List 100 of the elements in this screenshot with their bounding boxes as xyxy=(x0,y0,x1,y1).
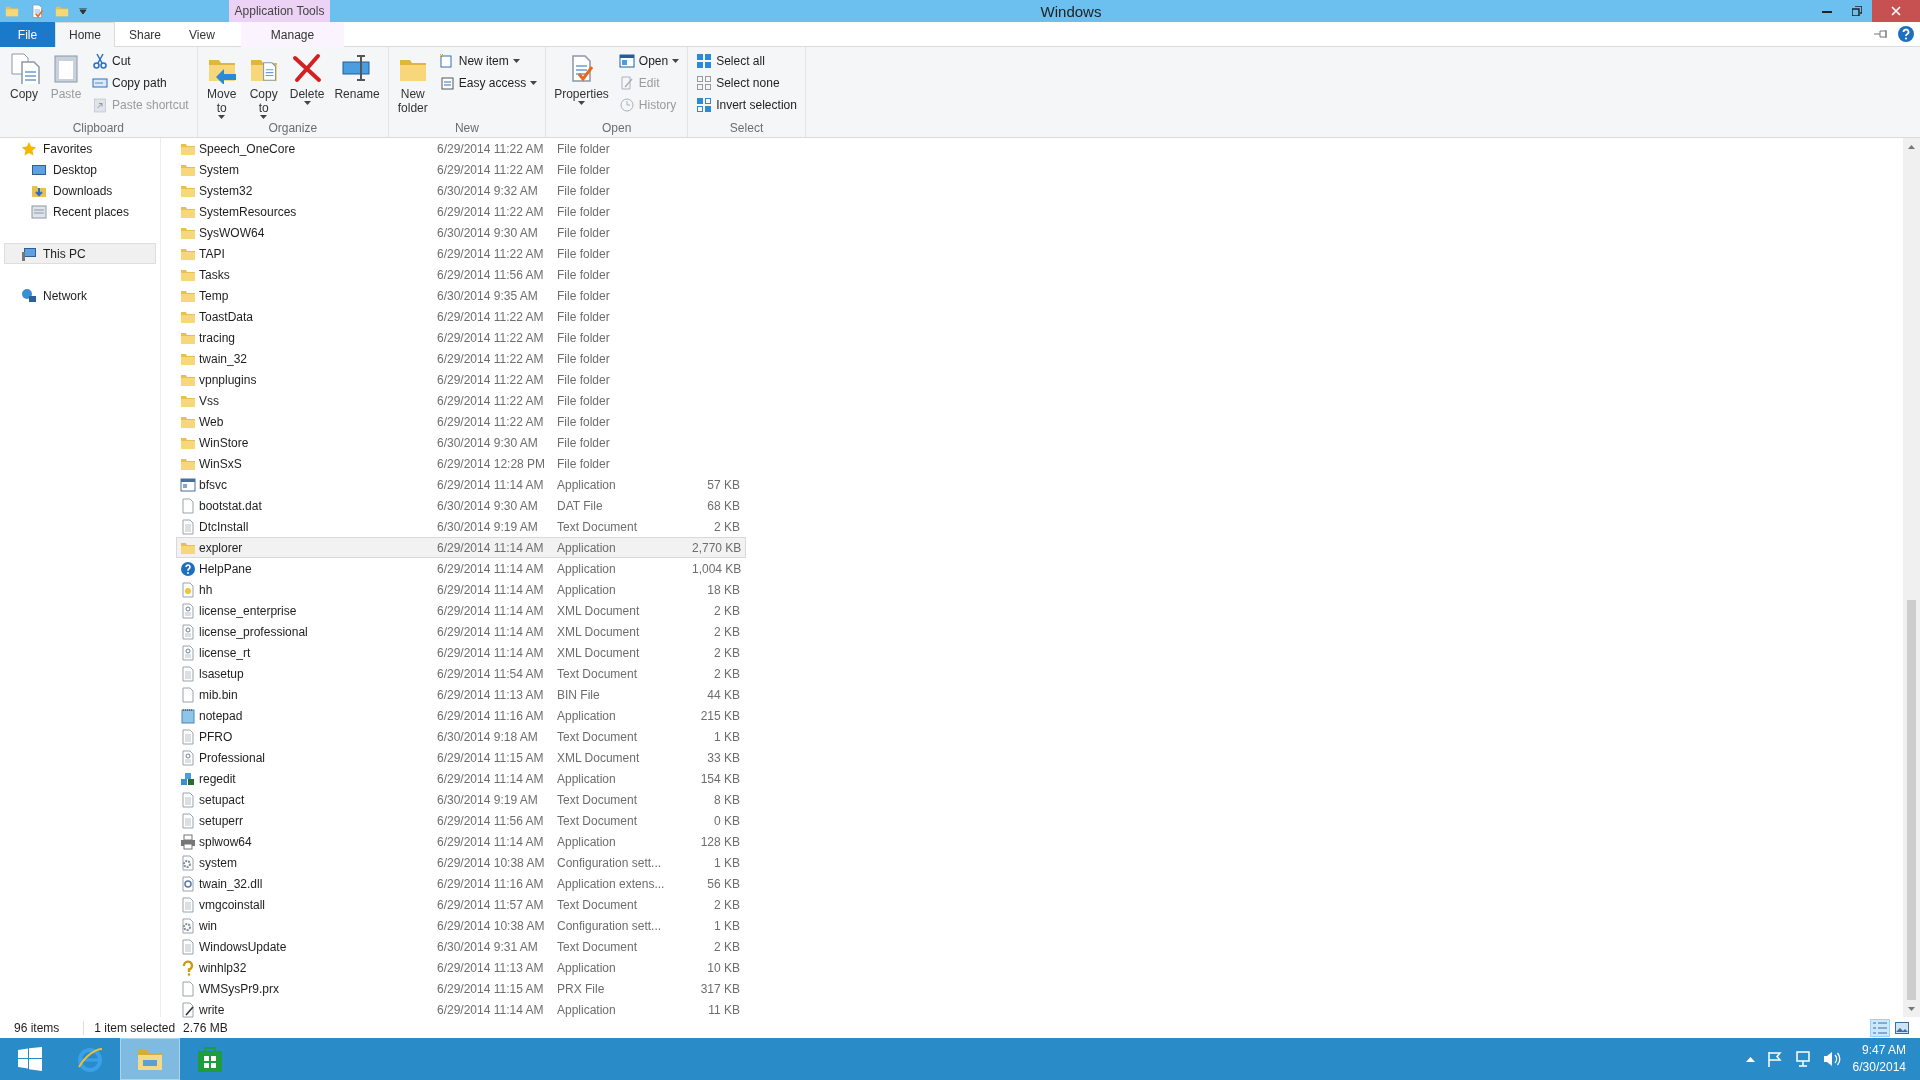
file-row[interactable]: SystemResources 6/29/2014 11:22 AM File folder xyxy=(176,201,746,222)
file-size: 2 KB xyxy=(713,624,740,639)
file-row[interactable]: write 6/29/2014 11:14 AM Application 11 KB xyxy=(176,999,746,1020)
nav-item[interactable]: Network xyxy=(4,285,156,306)
file-row[interactable]: tracing 6/29/2014 11:22 AM File folder xyxy=(176,327,746,348)
ribbon-button[interactable]: New folder xyxy=(392,50,433,121)
file-row[interactable]: win 6/29/2014 10:38 AM Configuration sett... 1 KB xyxy=(176,915,746,936)
taskbar-app[interactable] xyxy=(120,1038,180,1080)
file-name: System xyxy=(198,162,240,177)
ribbon-button[interactable]: Copy path xyxy=(90,73,191,93)
file-row[interactable]: System32 6/30/2014 9:32 AM File folder xyxy=(176,180,746,201)
file-row[interactable]: winhlp32 6/29/2014 11:13 AM Application 10 KB xyxy=(176,957,746,978)
caret-icon xyxy=(79,8,87,14)
browser-icon xyxy=(76,1045,104,1073)
ribbon-button[interactable]: Cut xyxy=(90,51,191,71)
file-row[interactable]: HelpPane 6/29/2014 11:14 AM Application 1,004 KB xyxy=(176,558,746,579)
file-row[interactable]: Speech_OneCore 6/29/2014 11:22 AM File folder xyxy=(176,138,746,159)
file-name: DtcInstall xyxy=(198,519,250,534)
ribbon-button[interactable]: Select all xyxy=(694,51,799,71)
file-size: 57 KB xyxy=(706,477,740,492)
file-row[interactable]: Vss 6/29/2014 11:22 AM File folder xyxy=(176,390,746,411)
file-row[interactable]: notepad 6/29/2014 11:16 AM Application 215 KB xyxy=(176,705,746,726)
network-icon[interactable] xyxy=(1794,1051,1811,1067)
close-button[interactable] xyxy=(1872,0,1920,22)
volume-icon[interactable] xyxy=(1822,1051,1841,1067)
ribbon-button[interactable]: Copy xyxy=(4,50,44,121)
file-date: 6/29/2014 11:22 AM xyxy=(437,372,545,387)
file-row[interactable]: vmgcoinstall 6/29/2014 11:57 AM Text Document 2 KB xyxy=(176,894,746,915)
file-row[interactable]: splwow64 6/29/2014 11:14 AM Application 128 KB xyxy=(176,831,746,852)
nav-item[interactable]: Downloads xyxy=(4,180,156,201)
file-row[interactable]: PFRO 6/30/2014 9:18 AM Text Document 1 KB xyxy=(176,726,746,747)
ribbon-button[interactable]: Rename xyxy=(330,50,384,121)
ribbon-tab[interactable]: Share xyxy=(115,22,176,47)
file-row[interactable]: bfsvc 6/29/2014 11:14 AM Application 57 KB xyxy=(176,474,746,495)
file-row[interactable]: license_enterprise 6/29/2014 11:14 AM XML Document 2 KB xyxy=(176,600,746,621)
file-row[interactable]: SysWOW64 6/30/2014 9:30 AM File folder xyxy=(176,222,746,243)
nav-item[interactable]: Recent places xyxy=(4,201,156,222)
file-row[interactable]: WinSxS 6/29/2014 12:28 PM File folder xyxy=(176,453,746,474)
help-icon[interactable] xyxy=(1898,26,1914,42)
file-row[interactable]: license_professional 6/29/2014 11:14 AM XML Document 2 KB xyxy=(176,621,746,642)
file-row[interactable]: Professional 6/29/2014 11:15 AM XML Document 33 KB xyxy=(176,747,746,768)
scroll-thumb[interactable] xyxy=(1907,600,1916,1000)
flag-icon[interactable] xyxy=(1766,1051,1783,1067)
file-row[interactable]: Temp 6/30/2014 9:35 AM File folder xyxy=(176,285,746,306)
file-date: 6/30/2014 9:30 AM xyxy=(437,225,539,240)
file-type: File folder xyxy=(557,456,611,471)
file-row[interactable]: WMSysPr9.prx 6/29/2014 11:15 AM PRX File 317 KB xyxy=(176,978,746,999)
shortcut-icon xyxy=(92,97,108,113)
file-row[interactable]: lsasetup 6/29/2014 11:54 AM Text Document 2 KB xyxy=(176,663,746,684)
file-row[interactable]: vpnplugins 6/29/2014 11:22 AM File folder xyxy=(176,369,746,390)
ribbon-tab[interactable]: Manage xyxy=(240,22,345,47)
file-row[interactable]: mib.bin 6/29/2014 11:13 AM BIN File 44 KB xyxy=(176,684,746,705)
ribbon-button[interactable]: Properties xyxy=(550,50,613,121)
ribbon-tab[interactable]: View xyxy=(175,22,229,47)
text-file-icon xyxy=(180,728,196,745)
file-type: BIN File xyxy=(557,687,601,702)
ribbon-button[interactable]: Easy access xyxy=(436,73,540,93)
file-row[interactable]: license_rt 6/29/2014 11:14 AM XML Document 2 KB xyxy=(176,642,746,663)
file-row[interactable]: twain_32 6/29/2014 11:22 AM File folder xyxy=(176,348,746,369)
file-row[interactable]: setuperr 6/29/2014 11:56 AM Text Document 0 KB xyxy=(176,810,746,831)
file-row[interactable]: Web 6/29/2014 11:22 AM File folder xyxy=(176,411,746,432)
file-name: twain_32.dll xyxy=(198,876,264,891)
file-type: XML Document xyxy=(557,645,641,660)
show-hidden-icons-icon[interactable] xyxy=(1745,1056,1755,1062)
file-date: 6/29/2014 11:22 AM xyxy=(437,309,545,324)
nav-item[interactable]: Favorites xyxy=(4,138,156,159)
ribbon-tab[interactable]: Home xyxy=(55,22,115,47)
file-row[interactable]: WindowsUpdate 6/30/2014 9:31 AM Text Document 2 KB xyxy=(176,936,746,957)
file-row[interactable]: setupact 6/30/2014 9:19 AM Text Document 8 KB xyxy=(176,789,746,810)
file-row[interactable]: System 6/29/2014 11:22 AM File folder xyxy=(176,159,746,180)
file-row[interactable]: TAPI 6/29/2014 11:22 AM File folder xyxy=(176,243,746,264)
file-row[interactable]: system 6/29/2014 10:38 AM Configuration sett... 1 KB xyxy=(176,852,746,873)
clock[interactable]: 9:47 AM 6/30/2014 xyxy=(1852,1042,1906,1076)
file-row[interactable]: ToastData 6/29/2014 11:22 AM File folder xyxy=(176,306,746,327)
ribbon-button[interactable]: Delete xyxy=(285,50,329,121)
ribbon-button[interactable]: Open xyxy=(616,51,682,71)
file-date: 6/29/2014 11:56 AM xyxy=(437,813,545,828)
ribbon-tab[interactable]: File xyxy=(0,22,55,47)
file-row[interactable]: bootstat.dat 6/30/2014 9:30 AM DAT File 68 KB xyxy=(176,495,746,516)
file-row[interactable]: twain_32.dll 6/29/2014 11:16 AM Application extens... 56 KB xyxy=(176,873,746,894)
file-row[interactable]: WinStore 6/30/2014 9:30 AM File folder xyxy=(176,432,746,453)
nav-item[interactable]: Desktop xyxy=(4,159,156,180)
ribbon-button[interactable]: Copy to xyxy=(243,50,284,121)
nav-item[interactable]: This PC xyxy=(4,243,156,264)
view-button[interactable] xyxy=(1870,1018,1890,1037)
customize-button[interactable] xyxy=(76,8,90,14)
file-size: 68 KB xyxy=(706,498,740,513)
file-name: System32 xyxy=(198,183,254,198)
ribbon-button[interactable]: Invert selection xyxy=(694,95,799,115)
file-row[interactable]: explorer 6/29/2014 11:14 AM Application 2,770 KB xyxy=(176,537,746,558)
file-date: 6/30/2014 9:19 AM xyxy=(437,519,539,534)
ribbon-button[interactable]: Select none xyxy=(694,73,799,93)
ribbon-button[interactable]: Move to xyxy=(201,50,242,121)
file-size: 2 KB xyxy=(713,666,740,681)
ribbon-button[interactable]: New item xyxy=(436,51,540,71)
scrollbar[interactable] xyxy=(1903,138,1920,1017)
file-row[interactable]: DtcInstall 6/30/2014 9:19 AM Text Document 2 KB xyxy=(176,516,746,537)
file-row[interactable]: regedit 6/29/2014 11:14 AM Application 154 KB xyxy=(176,768,746,789)
file-row[interactable]: Tasks 6/29/2014 11:56 AM File folder xyxy=(176,264,746,285)
file-row[interactable]: hh 6/29/2014 11:14 AM Application 18 KB xyxy=(176,579,746,600)
